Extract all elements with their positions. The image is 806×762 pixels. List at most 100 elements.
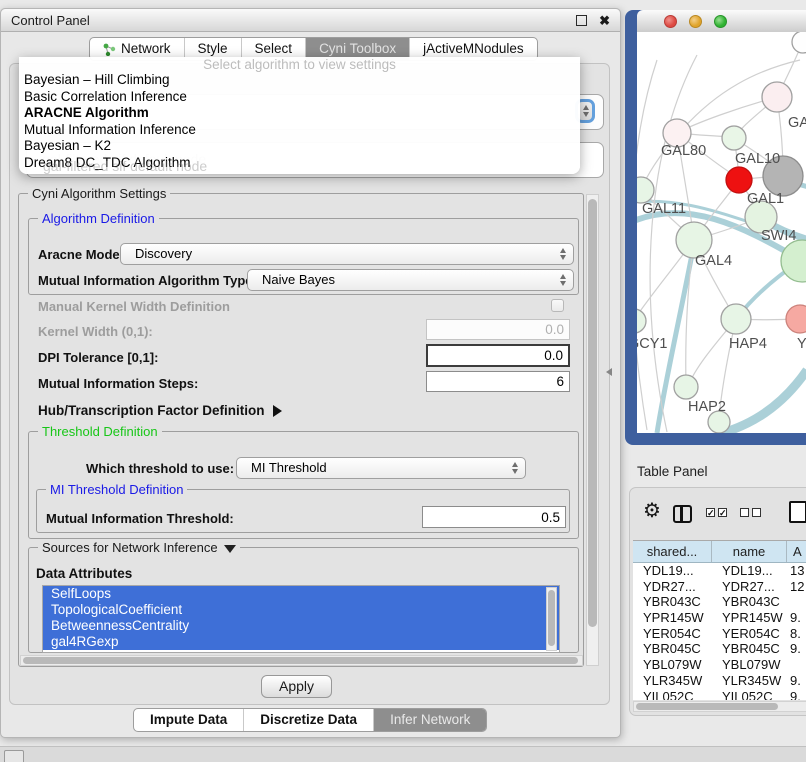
- threshold-definition-title: Threshold Definition: [38, 424, 162, 439]
- collapsed-panel-icon[interactable]: [4, 750, 24, 762]
- unchecked-column-icon[interactable]: [740, 508, 749, 517]
- node-label: HAP2: [688, 399, 726, 415]
- combo-value-bleedthrough: gal-filtered sif default node: [43, 158, 207, 174]
- cell: YDR27...: [633, 579, 712, 595]
- hub-definition-toggle[interactable]: Hub/Transcription Factor Definition: [38, 403, 282, 418]
- minimize-traffic-light[interactable]: [689, 15, 702, 28]
- node-pink-top[interactable]: [762, 82, 792, 112]
- algorithm-option[interactable]: Mutual Information Inference: [19, 122, 580, 139]
- expand-right-icon: [273, 405, 282, 417]
- checked-column-icon[interactable]: ✓: [706, 508, 715, 517]
- table-row[interactable]: YBR043CYBR043C: [633, 594, 806, 610]
- algorithm-option[interactable]: Bayesian – K2: [19, 138, 580, 155]
- table-row[interactable]: YPR145WYPR145W9.: [633, 610, 806, 626]
- column-header[interactable]: shared...: [633, 541, 712, 562]
- node-label: HAP4: [729, 336, 767, 352]
- mi-threshold-field[interactable]: [422, 506, 566, 528]
- node-gal1-selected-red[interactable]: [726, 167, 752, 193]
- hub-definition-label: Hub/Transcription Factor Definition: [38, 403, 265, 418]
- split-pane-handle[interactable]: [606, 368, 612, 376]
- sources-toggle[interactable]: Sources for Network Inference: [38, 540, 240, 555]
- apply-button[interactable]: Apply: [261, 675, 332, 698]
- attribute-item-selected[interactable]: gal4RGexp: [43, 634, 559, 650]
- table-row[interactable]: YBR045CYBR045C9.: [633, 641, 806, 657]
- settings-vscrollbar[interactable]: [586, 194, 599, 666]
- node-label: GAL11: [642, 201, 686, 217]
- table-row[interactable]: YDR27...YDR27...12: [633, 579, 806, 595]
- mi-threshold-label: Mutual Information Threshold:: [46, 511, 234, 526]
- cyni-bottom-tabbar: Impute Data Discretize Data Infer Networ…: [133, 708, 487, 732]
- node-partial-top[interactable]: [792, 32, 806, 53]
- which-threshold-combo[interactable]: MI Threshold: [236, 457, 526, 479]
- node-hap4[interactable]: [721, 304, 751, 334]
- table-hscrollbar[interactable]: [633, 701, 806, 712]
- control-panel-title: Control Panel: [11, 13, 576, 28]
- algorithm-definition-title: Algorithm Definition: [38, 211, 159, 226]
- mi-type-value: Naive Bayes: [262, 272, 335, 287]
- page-icon[interactable]: [789, 501, 806, 523]
- node-gcy1[interactable]: [637, 309, 646, 333]
- network-graph: GAL GAL80 GAL10 GAL1 GAL11 SWI4 GAL4 GCY…: [637, 32, 806, 433]
- algorithm-option[interactable]: Bayesian – Hill Climbing: [19, 72, 580, 89]
- table-row[interactable]: YBL079WYBL079W: [633, 657, 806, 673]
- cell: YLR345W: [633, 673, 712, 689]
- checked-column-icon[interactable]: ✓: [718, 508, 727, 517]
- cell: 9.: [787, 610, 806, 626]
- table-row[interactable]: YER054CYER054C8.: [633, 626, 806, 642]
- control-panel-window: Control Panel ✖ Network Style Select Cyn…: [0, 8, 621, 738]
- network-canvas[interactable]: GAL GAL80 GAL10 GAL1 GAL11 SWI4 GAL4 GCY…: [637, 32, 806, 433]
- node-salmon[interactable]: [786, 305, 806, 333]
- float-window-icon[interactable]: [576, 15, 587, 26]
- algorithm-prompt: Select algorithm to view settings: [19, 58, 580, 72]
- close-traffic-light[interactable]: [664, 15, 677, 28]
- network-window-titlebar[interactable]: [637, 10, 806, 33]
- table-row[interactable]: YIL052CYIL052C9.: [633, 689, 806, 701]
- split-columns-icon[interactable]: [673, 505, 692, 523]
- algorithm-option-selected[interactable]: ARACNE Algorithm: [19, 105, 580, 122]
- cell: YDR27...: [712, 579, 787, 595]
- table-row[interactable]: YDL19...YDL19...13: [633, 563, 806, 579]
- network-view-window: GAL GAL80 GAL10 GAL1 GAL11 SWI4 GAL4 GCY…: [625, 10, 806, 445]
- cell: [787, 594, 806, 610]
- gear-icon[interactable]: ⚙: [643, 501, 661, 521]
- table-panel-title: Table Panel: [637, 464, 708, 479]
- cell: 9.: [787, 689, 806, 701]
- unchecked-column-icon[interactable]: [752, 508, 761, 517]
- tab-discretize-data[interactable]: Discretize Data: [243, 709, 373, 731]
- attribute-item-selected[interactable]: BetweennessCentrality: [43, 618, 559, 634]
- column-header[interactable]: A: [787, 541, 806, 562]
- node-label: Y: [797, 336, 806, 352]
- close-icon[interactable]: ✖: [599, 14, 610, 27]
- cell: YDL19...: [633, 563, 712, 579]
- mi-threshold-definition-title: MI Threshold Definition: [46, 482, 187, 497]
- aracne-mode-combo[interactable]: Discovery: [120, 243, 574, 265]
- network-icon: [103, 43, 116, 56]
- mi-type-combo[interactable]: Naive Bayes: [247, 269, 574, 291]
- node-label: SWI4: [761, 228, 796, 244]
- mi-steps-field[interactable]: [426, 371, 570, 392]
- cell: 9.: [787, 673, 806, 689]
- aracne-mode-label: Aracne Mode:: [38, 247, 124, 262]
- cell: 12: [787, 579, 806, 595]
- manual-kernel-checkbox[interactable]: [551, 299, 564, 312]
- cell: YER054C: [712, 626, 787, 642]
- tab-infer-network[interactable]: Infer Network: [373, 709, 486, 731]
- node-hap2[interactable]: [674, 375, 698, 399]
- dpi-tolerance-field[interactable]: [426, 344, 570, 367]
- settings-hscrollbar[interactable]: [20, 655, 583, 666]
- attributes-scrollbar[interactable]: [546, 587, 557, 651]
- attribute-item-selected[interactable]: TopologicalCoefficient: [43, 602, 559, 618]
- attribute-item-selected[interactable]: SelfLoops: [43, 586, 559, 602]
- cell: YBL079W: [712, 657, 787, 673]
- node-label: GAL4: [695, 253, 732, 269]
- application-screen: Control Panel ✖ Network Style Select Cyn…: [0, 0, 806, 762]
- tab-impute-data[interactable]: Impute Data: [134, 709, 243, 731]
- zoom-traffic-light[interactable]: [714, 15, 727, 28]
- algorithm-option[interactable]: Basic Correlation Inference: [19, 89, 580, 106]
- node-swi4[interactable]: [781, 240, 806, 282]
- column-header[interactable]: name: [712, 541, 787, 562]
- cell: YBL079W: [633, 657, 712, 673]
- table-row[interactable]: YLR345WYLR345W9.: [633, 673, 806, 689]
- kernel-width-field[interactable]: [426, 319, 570, 340]
- node-gal10[interactable]: [722, 126, 746, 150]
